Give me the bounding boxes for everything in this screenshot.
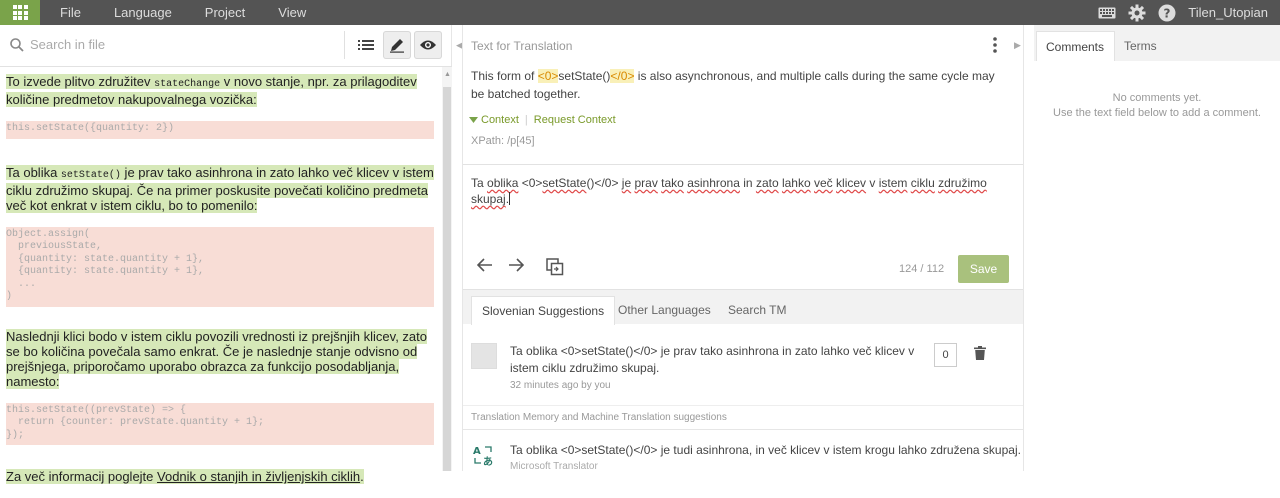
guide-link[interactable]: Vodnik o stanjih in življenjskih ciklih: [157, 469, 360, 484]
trash-icon[interactable]: [974, 346, 986, 365]
pane-title: Text for Translation: [471, 39, 573, 53]
top-right-tools: ? Tilen_Utopian: [1092, 0, 1280, 25]
gear-icon[interactable]: [1122, 4, 1152, 22]
menu-language[interactable]: Language: [114, 5, 172, 20]
source-file-pane: To izvede plitvo združitev stateChange v…: [0, 25, 452, 484]
suggestion-tabs: Slovenian Suggestions Other Languages Se…: [463, 289, 1023, 325]
menu-file[interactable]: File: [60, 5, 81, 20]
request-context-link[interactable]: Request Context: [534, 114, 616, 126]
pencil-icon: [390, 39, 404, 53]
edit-mode-button[interactable]: [383, 31, 411, 59]
save-button[interactable]: Save: [958, 255, 1009, 283]
tab-comments[interactable]: Comments: [1036, 31, 1116, 61]
search-icon: [10, 38, 24, 57]
divider: [344, 31, 345, 59]
paragraph[interactable]: Naslednji klici bodo v istem ciklu povoz…: [6, 328, 434, 389]
paragraph[interactable]: Za več informacij poglejte Vodnik o stan…: [6, 469, 434, 484]
tm-section-header: Translation Memory and Machine Translati…: [471, 412, 727, 423]
paragraph[interactable]: Ta oblika setState() je prav tako asinhr…: [6, 164, 434, 213]
divider: [463, 429, 1023, 430]
xpath-label: XPath: /p[45]: [471, 135, 535, 147]
tab-search-tm[interactable]: Search TM: [718, 296, 796, 325]
placeable-tag[interactable]: </0>: [610, 69, 635, 83]
context-toggle[interactable]: Context: [481, 114, 519, 126]
translation-editor[interactable]: Ta oblika <0>setState()</0> je prav tako…: [463, 164, 1023, 252]
menu-project[interactable]: Project: [205, 5, 245, 20]
arrow-left-icon[interactable]: [476, 258, 493, 277]
divider: [463, 405, 1023, 406]
vote-count[interactable]: 0: [934, 343, 957, 367]
scrollbar-thumb[interactable]: [443, 87, 451, 471]
source-string: This form of <0>setState()</0> is also a…: [471, 69, 995, 101]
more-options-icon[interactable]: [993, 37, 997, 58]
preview-mode-button[interactable]: [414, 31, 442, 59]
scroll-up-icon[interactable]: ▲: [444, 71, 451, 78]
grid-icon: [12, 5, 28, 20]
scrollbar[interactable]: ▲: [442, 67, 452, 471]
eye-icon: [420, 40, 436, 50]
app-grid-button[interactable]: [0, 0, 40, 25]
translation-pane: Text for Translation This form of <0>set…: [462, 25, 1024, 472]
svg-text:あ: あ: [483, 455, 493, 466]
search-input[interactable]: [30, 37, 330, 52]
user-name[interactable]: Tilen_Utopian: [1188, 5, 1268, 20]
divider: |: [524, 114, 528, 126]
main-menu: File Language Project View: [40, 0, 319, 25]
char-counter: 124 / 112: [899, 263, 945, 275]
file-search-bar: [0, 25, 452, 67]
paragraph[interactable]: To izvede plitvo združitev stateChange v…: [6, 74, 434, 107]
top-bar: File Language Project View ? Tilen_Utopi…: [0, 0, 1280, 25]
code-block: this.setState((prevState) => { return {c…: [6, 402, 434, 445]
copy-source-icon[interactable]: [546, 258, 564, 281]
editor-toolbar: 124 / 112 Save: [463, 252, 1023, 288]
code-block: Object.assign( previousState, {quantity:…: [6, 226, 434, 307]
context-row: Context | Request Context: [469, 114, 616, 126]
document-content: To izvede plitvo združitev stateChange v…: [6, 74, 434, 498]
empty-comments-message: No comments yet. Use the text field belo…: [1053, 92, 1261, 119]
text-cursor: [509, 192, 511, 205]
svg-text:?: ?: [1164, 6, 1171, 20]
tab-terms[interactable]: Terms: [1115, 31, 1167, 61]
arrow-right-icon[interactable]: [508, 258, 525, 277]
menu-view[interactable]: View: [278, 5, 306, 20]
mt-suggestion-text[interactable]: Ta oblika <0>setState()</0> je tudi asin…: [510, 443, 1021, 457]
suggestion-text[interactable]: Ta oblika <0>setState()</0> je prav tako…: [510, 343, 920, 377]
list-view-button[interactable]: [352, 31, 380, 59]
placeable-tag[interactable]: <0>: [537, 69, 559, 83]
avatar: [471, 343, 497, 369]
suggestion-meta: 32 minutes ago by you: [510, 380, 611, 391]
tab-other-languages[interactable]: Other Languages: [608, 296, 721, 325]
list-icon: [358, 40, 374, 50]
collapse-right-icon[interactable]: ▶: [1014, 40, 1021, 51]
machine-translation-icon: Aあ: [473, 444, 495, 468]
comment-tabs: Comments Terms: [1034, 25, 1280, 61]
code-block: this.setState({quantity: 2}): [6, 121, 434, 139]
translation-text[interactable]: Ta oblika <0>setState()</0> je prav tako…: [471, 175, 991, 207]
keyboard-icon[interactable]: [1092, 7, 1122, 19]
caret-down-icon: [469, 117, 478, 123]
help-icon[interactable]: ?: [1152, 4, 1182, 22]
svg-text:A: A: [473, 446, 481, 457]
tab-slovenian-suggestions[interactable]: Slovenian Suggestions: [471, 296, 616, 325]
view-toolbar: [340, 31, 442, 59]
mt-source-label: Microsoft Translator: [510, 461, 598, 472]
comments-pane: Comments Terms No comments yet. Use the …: [1034, 25, 1280, 471]
